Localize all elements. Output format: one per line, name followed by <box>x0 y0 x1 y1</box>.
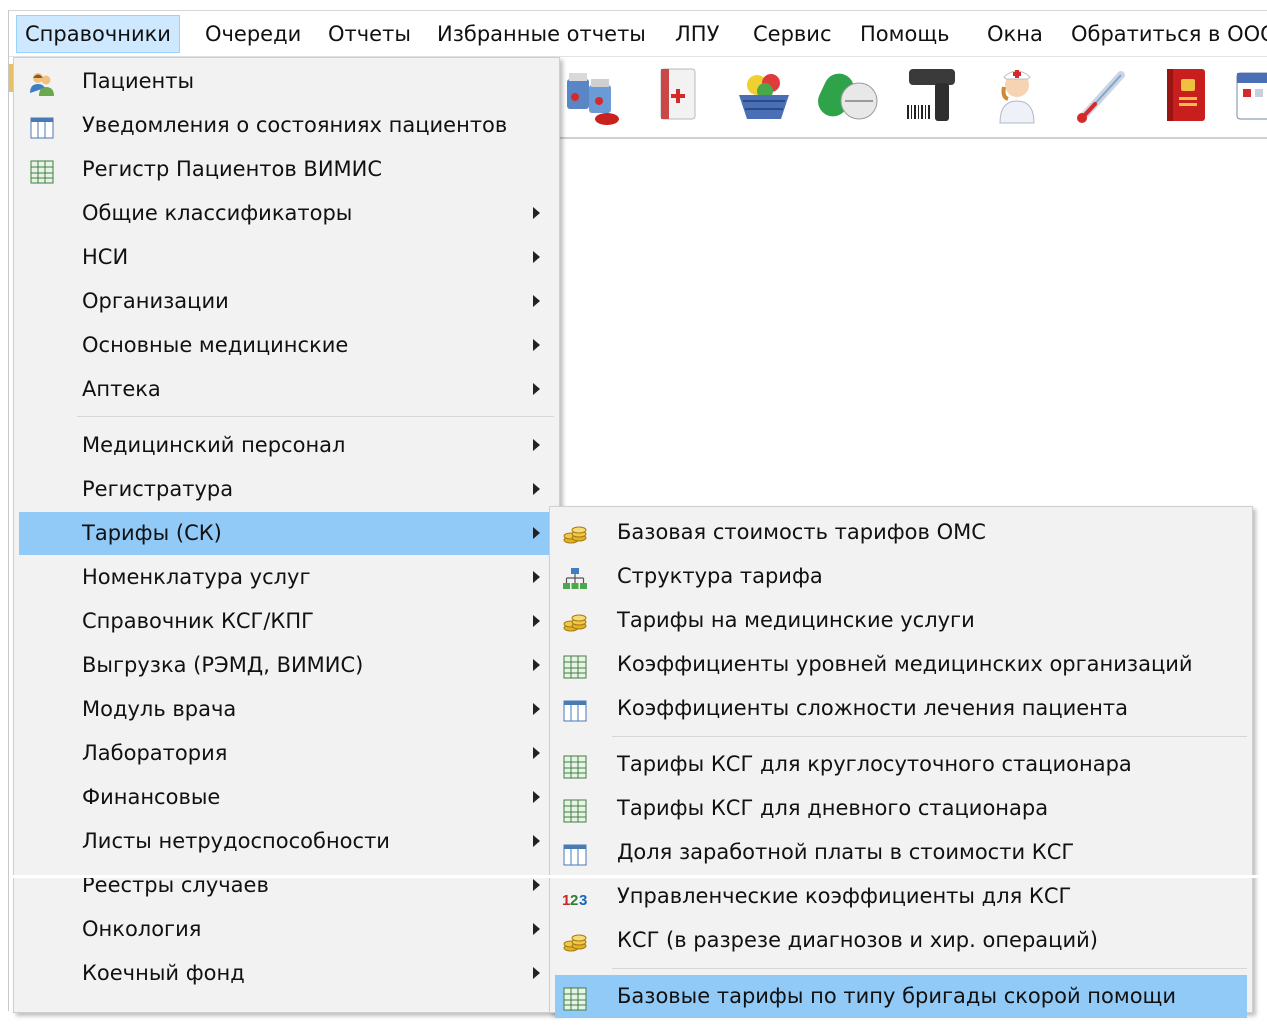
submenu-arrow-icon <box>533 747 540 759</box>
spravochniki-dropdown: Пациенты Уведомления о состояниях пациен… <box>13 57 560 1013</box>
submenu-arrow-icon <box>533 383 540 395</box>
medical-book-icon[interactable] <box>645 63 711 129</box>
submenu-arrow-icon <box>533 251 540 263</box>
menu-bar: Справочники Очереди Отчеты Избранные отч… <box>9 11 1267 57</box>
submenu-arrow-icon <box>533 439 540 451</box>
menu-item-case-registers[interactable]: Реестры случаев <box>19 864 554 907</box>
menu-item-medical-staff[interactable]: Медицинский персонал <box>19 424 554 467</box>
menu-item-pharmacy[interactable]: Аптека <box>19 368 554 411</box>
menu-izbrannye-otchety[interactable]: Избранные отчеты <box>429 15 654 53</box>
menu-item-organizations[interactable]: Организации <box>19 280 554 323</box>
submenu-arrow-icon <box>533 703 540 715</box>
submenu-item-level-coefficients[interactable]: Коэффициенты уровней медицинских организ… <box>555 643 1247 686</box>
window-left-border <box>8 10 9 1011</box>
submenu-arrow-icon <box>533 659 540 671</box>
submenu-arrow-icon <box>533 207 540 219</box>
menu-item-doctor-module[interactable]: Модуль врача <box>19 688 554 731</box>
coins-icon <box>562 608 588 634</box>
thermometer-icon[interactable] <box>1069 63 1135 129</box>
red-book-icon[interactable] <box>1153 63 1219 129</box>
menu-item-patients[interactable]: Пациенты <box>19 60 554 103</box>
submenu-item-complexity-coefficients[interactable]: Коэффициенты сложности лечения пациента <box>555 687 1247 730</box>
menu-item-ksg-kpg[interactable]: Справочник КСГ/КПГ <box>19 600 554 643</box>
menu-separator <box>612 968 1247 969</box>
menu-item-services-nomenclature[interactable]: Номенклатура услуг <box>19 556 554 599</box>
submenu-arrow-icon <box>533 879 540 891</box>
numbers-icon: 123 <box>562 884 588 910</box>
menu-pomosch[interactable]: Помощь <box>852 15 958 53</box>
menu-lpu[interactable]: ЛПУ <box>667 15 727 53</box>
menu-item-bed-fund[interactable]: Коечный фонд <box>19 952 554 995</box>
submenu-item-ksg-diagnoses[interactable]: КСГ (в разрезе диагнозов и хир. операций… <box>555 919 1247 962</box>
grid-icon <box>562 840 588 866</box>
menu-spravochniki[interactable]: Справочники <box>16 15 180 53</box>
table-icon <box>562 652 588 679</box>
submenu-item-tariff-structure[interactable]: Структура тарифа <box>555 555 1247 598</box>
submenu-item-medical-services-tariffs[interactable]: Тарифы на медицинские услуги <box>555 599 1247 642</box>
menu-otchety[interactable]: Отчеты <box>320 15 419 53</box>
menu-item-notifications[interactable]: Уведомления о состояниях пациентов <box>19 104 554 147</box>
submenu-arrow-icon <box>533 967 540 979</box>
hierarchy-icon <box>562 564 588 590</box>
menu-separator <box>77 416 554 417</box>
menu-item-vimis-register[interactable]: Регистр Пациентов ВИМИС <box>19 148 554 191</box>
menu-separator <box>612 736 1247 737</box>
submenu-arrow-icon <box>533 339 540 351</box>
menu-item-sick-leave[interactable]: Листы нетрудоспособности <box>19 820 554 863</box>
table-icon <box>29 157 55 184</box>
submenu-item-ksg-day-hospital[interactable]: Тарифы КСГ для дневного стационара <box>555 787 1247 830</box>
submenu-item-management-coefficients[interactable]: 123 Управленческие коэффициенты для КСГ <box>555 875 1247 918</box>
basket-icon[interactable] <box>731 63 797 129</box>
render-artifact-line <box>9 875 1267 878</box>
patients-icon <box>29 69 55 96</box>
submenu-arrow-icon <box>533 791 540 803</box>
nurse-icon[interactable] <box>984 63 1050 129</box>
menu-ocheredi[interactable]: Очереди <box>197 15 309 53</box>
menu-item-general-classifiers[interactable]: Общие классификаторы <box>19 192 554 235</box>
menu-item-export-remd[interactable]: Выгрузка (РЭМД, ВИМИС) <box>19 644 554 687</box>
submenu-arrow-icon <box>533 295 540 307</box>
grid-icon <box>562 696 588 722</box>
submenu-item-ambulance-base-tariffs[interactable]: Базовые тарифы по типу бригады скорой по… <box>555 975 1247 1018</box>
submenu-item-oms-base-cost[interactable]: Базовая стоимость тарифов ОМС <box>555 511 1247 554</box>
coins-icon <box>562 520 588 546</box>
table-icon <box>562 984 588 1011</box>
submenu-item-salary-share[interactable]: Доля заработной платы в стоимости КСГ <box>555 831 1247 874</box>
medicines-icon[interactable] <box>561 63 627 129</box>
menu-item-registry[interactable]: Регистратура <box>19 468 554 511</box>
barcode-scanner-icon[interactable] <box>899 63 965 129</box>
submenu-arrow-icon <box>533 835 540 847</box>
svg-text:3: 3 <box>579 892 587 909</box>
menu-item-oncology[interactable]: Онкология <box>19 908 554 951</box>
table-icon <box>562 796 588 823</box>
menu-obratitsya[interactable]: Обратиться в ООО <box>1063 15 1267 53</box>
submenu-arrow-icon <box>533 571 540 583</box>
table-icon <box>562 752 588 779</box>
menu-okna[interactable]: Окна <box>979 15 1051 53</box>
menu-item-nsi[interactable]: НСИ <box>19 236 554 279</box>
tariffs-submenu: Базовая стоимость тарифов ОМС Структура … <box>549 506 1253 1018</box>
menu-item-financial[interactable]: Финансовые <box>19 776 554 819</box>
menu-item-tariffs[interactable]: Тарифы (СК) <box>19 512 554 555</box>
submenu-arrow-icon <box>533 527 540 539</box>
coins-icon <box>562 928 588 954</box>
submenu-arrow-icon <box>533 483 540 495</box>
menu-item-laboratory[interactable]: Лаборатория <box>19 732 554 775</box>
menu-item-main-medical[interactable]: Основные медицинские <box>19 324 554 367</box>
grid-icon <box>29 113 55 139</box>
menu-servis[interactable]: Сервис <box>745 15 839 53</box>
toolbar <box>559 57 1267 139</box>
calendar-icon[interactable] <box>1231 63 1267 129</box>
submenu-arrow-icon <box>533 615 540 627</box>
svg-text:2: 2 <box>570 892 578 909</box>
submenu-item-ksg-round-clock[interactable]: Тарифы КСГ для круглосуточного стационар… <box>555 743 1247 786</box>
submenu-arrow-icon <box>533 923 540 935</box>
pills-icon[interactable] <box>815 63 881 129</box>
